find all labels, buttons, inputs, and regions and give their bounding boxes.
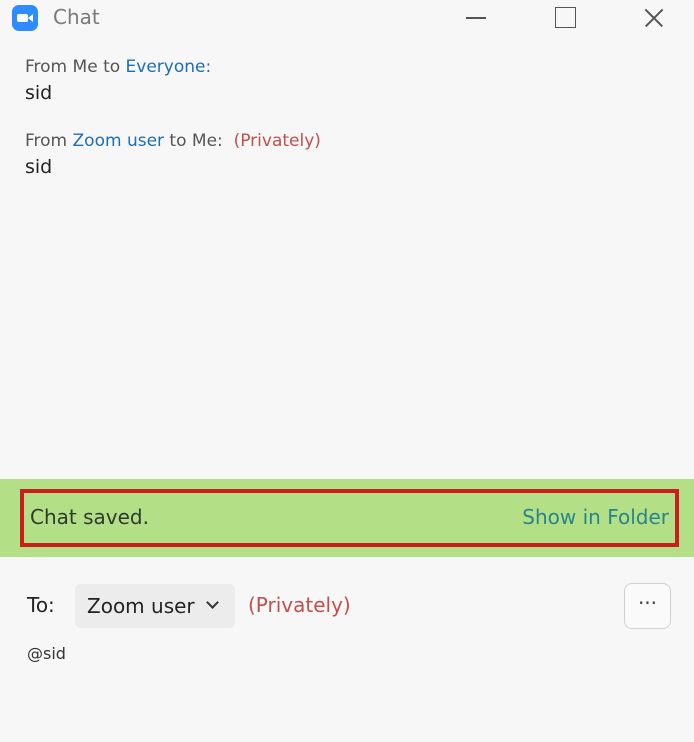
show-in-folder-link[interactable]: Show in Folder bbox=[522, 505, 669, 529]
private-tag: (Privately) bbox=[233, 131, 321, 151]
recipient-name[interactable]: Everyone bbox=[126, 57, 206, 77]
message-header: From Me to Everyone: bbox=[25, 57, 212, 77]
maximize-button[interactable] bbox=[551, 4, 579, 32]
message-item: From Zoom user to Me: (Privately) sid bbox=[25, 128, 665, 180]
recipient-value: Zoom user bbox=[87, 594, 195, 618]
sender-name: Me bbox=[72, 57, 98, 77]
message-text: sid bbox=[25, 82, 53, 104]
zoom-camera-icon bbox=[12, 5, 38, 31]
message-list: From Me to Everyone: sid From Zoom user … bbox=[25, 54, 665, 202]
title-bar: Chat bbox=[0, 0, 694, 36]
message-text: sid bbox=[25, 156, 53, 178]
chat-saved-highlight: Chat saved. Show in Folder bbox=[20, 489, 679, 547]
message-input[interactable]: @sid bbox=[27, 644, 667, 714]
message-item: From Me to Everyone: sid bbox=[25, 54, 665, 106]
close-button[interactable] bbox=[640, 4, 668, 32]
window-title: Chat bbox=[53, 5, 100, 29]
minimize-button[interactable] bbox=[462, 4, 490, 32]
recipient-dropdown[interactable]: Zoom user bbox=[75, 584, 235, 628]
message-header: From Zoom user to Me: (Privately) bbox=[25, 131, 321, 151]
sender-name[interactable]: Zoom user bbox=[73, 131, 165, 151]
to-label: To: bbox=[27, 593, 55, 617]
more-options-button[interactable]: ··· bbox=[624, 583, 671, 629]
notice-text: Chat saved. bbox=[30, 505, 149, 529]
privately-label: (Privately) bbox=[248, 593, 351, 617]
chevron-down-icon bbox=[206, 596, 219, 609]
recipient-name: Me bbox=[191, 131, 218, 151]
